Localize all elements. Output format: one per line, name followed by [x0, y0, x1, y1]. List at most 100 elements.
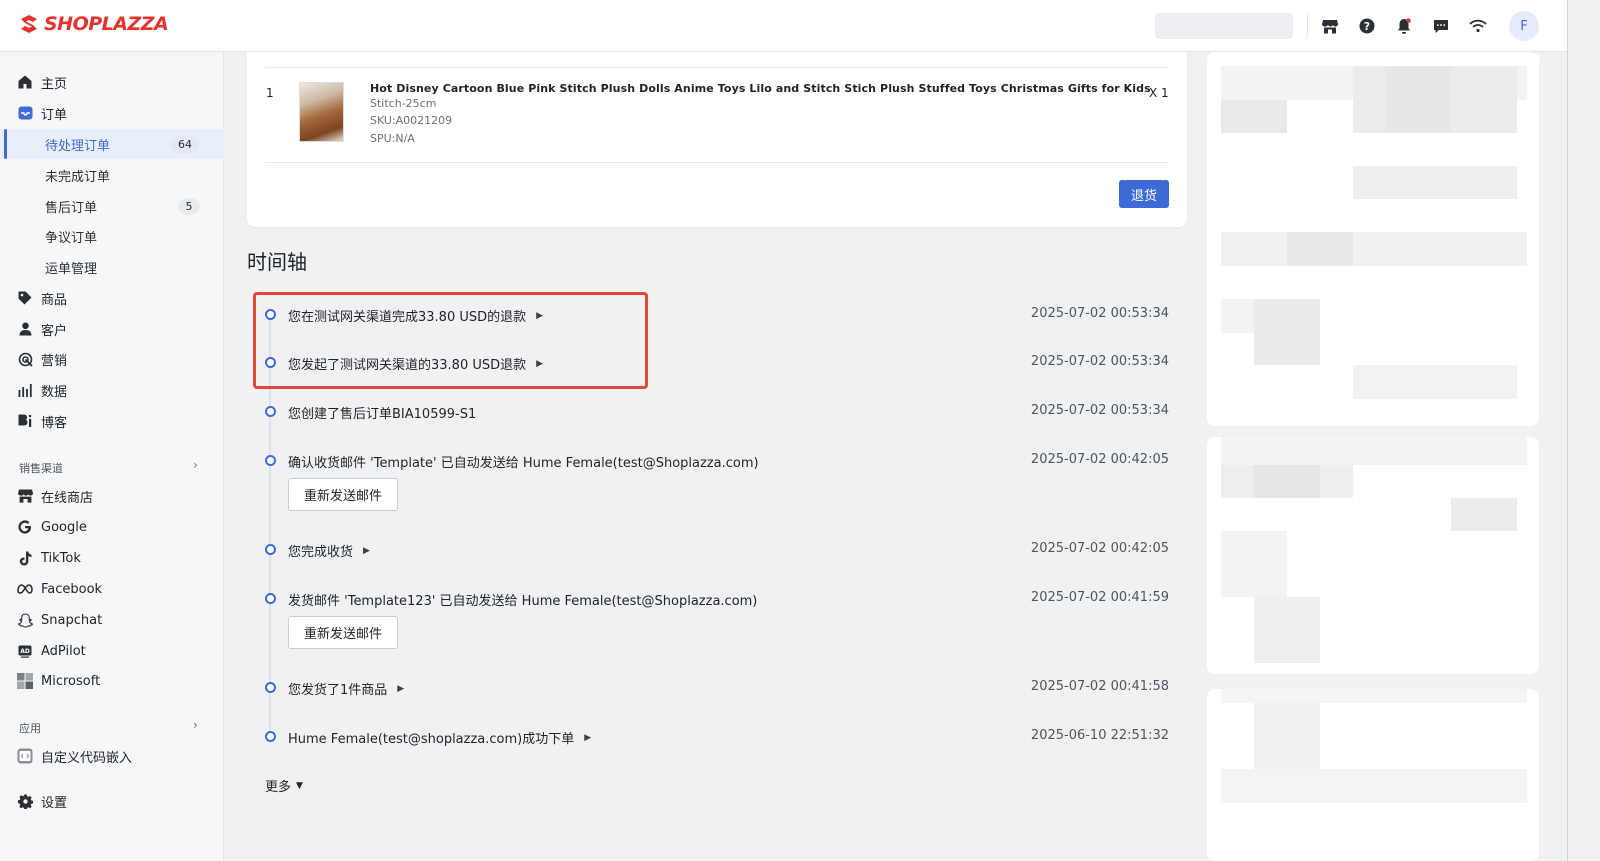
top-bar: SHOPLAZZA ? F [0, 0, 1567, 52]
resend-email-button[interactable]: 重新发送邮件 [288, 616, 398, 649]
sidebar-item-home[interactable]: 主页 [0, 67, 224, 97]
sidebar-item-label: 运单管理 [45, 261, 98, 277]
event-text: 您发货了1件商品 [288, 683, 388, 698]
side-panel-blurred [1207, 52, 1539, 426]
product-variant: Stitch-25cm [370, 97, 437, 110]
sidebar-item-marketing[interactable]: 营销 [0, 344, 224, 374]
sidebar-item-label: 争议订单 [45, 230, 98, 246]
bell-icon[interactable] [1392, 14, 1416, 38]
sidebar-item-unfinished-orders[interactable]: 未完成订单 [0, 160, 224, 190]
sidebar-item-label: 自定义代码嵌入 [41, 750, 133, 766]
sidebar-item-blog[interactable]: 博客 [0, 406, 224, 436]
sidebar-item-label: TikTok [41, 550, 81, 566]
caret-right-icon[interactable]: ▶ [397, 684, 404, 694]
sidebar-item-online-store[interactable]: 在线商店 [0, 481, 224, 511]
sidebar-item-label: Snapchat [41, 612, 103, 628]
caret-right-icon[interactable]: ▶ [363, 546, 370, 556]
sidebar-item-shipping[interactable]: 运单管理 [0, 252, 224, 282]
home-icon [17, 74, 33, 90]
sidebar-item-label: 订单 [41, 107, 68, 123]
target-icon [17, 351, 33, 367]
timeline-dot [265, 682, 276, 693]
sidebar-item-label: Google [41, 519, 87, 535]
bar-chart-icon [17, 382, 33, 398]
sidebar-item-google[interactable]: Google [0, 512, 224, 542]
highlight-box [253, 292, 648, 389]
sidebar-item-settings[interactable]: 设置 [0, 786, 224, 816]
sidebar-item-facebook[interactable]: Facebook [0, 574, 224, 604]
side-panel-blurred [1207, 437, 1539, 674]
caret-right-icon[interactable]: ▶ [584, 733, 591, 743]
return-button[interactable]: 退货 [1119, 180, 1169, 208]
event-text: 确认收货邮件 'Template' 已自动发送给 Hume Female(tes… [288, 456, 759, 471]
timeline-dot [265, 593, 276, 604]
chevron-right-icon[interactable]: › [193, 718, 198, 732]
sidebar-item-adpilot[interactable]: AD AdPilot [0, 636, 224, 666]
timeline-event[interactable]: 您发货了1件商品 ▶ 2025-07-02 00:41:58 [263, 678, 1173, 698]
more-button[interactable]: 更多 ▼ [265, 776, 303, 795]
event-time: 2025-07-02 00:41:58 [1030, 679, 1169, 694]
sidebar-item-label: 博客 [41, 415, 68, 431]
sidebar-item-products[interactable]: 商品 [0, 283, 224, 313]
sidebar: 主页 订单 待处理订单 64 未完成订单 售后订单 5 争议订单 运单管理 商品 [0, 52, 224, 861]
count-badge: 5 [178, 198, 200, 215]
sidebar-item-microsoft[interactable]: Microsoft [0, 666, 224, 696]
svg-text:?: ? [1364, 20, 1370, 33]
avatar[interactable]: F [1509, 11, 1539, 41]
item-index: 1 [266, 86, 274, 100]
event-text: Hume Female(test@shoplazza.com)成功下单 [288, 732, 575, 747]
timeline-event: 您创建了售后订单BIA10599-S1 2025-07-02 00:53:34 [263, 402, 1173, 422]
sidebar-item-dispute-orders[interactable]: 争议订单 [0, 221, 224, 251]
chevron-right-icon[interactable]: › [193, 458, 198, 472]
help-icon[interactable]: ? [1355, 14, 1379, 38]
user-icon [17, 321, 33, 337]
divider [265, 67, 1169, 68]
shoplazza-logo[interactable]: SHOPLAZZA [18, 13, 169, 35]
logo-text: SHOPLAZZA [44, 13, 169, 35]
resend-email-button[interactable]: 重新发送邮件 [288, 478, 398, 511]
store-switcher-blurred[interactable] [1155, 13, 1293, 39]
product-thumbnail[interactable] [299, 82, 344, 142]
timeline-event[interactable]: 您完成收货 ▶ 2025-07-02 00:42:05 [263, 540, 1173, 560]
order-items-card: 1 Hot Disney Cartoon Blue Pink Stitch Pl… [247, 52, 1187, 227]
sidebar-item-custom-code[interactable]: 自定义代码嵌入 [0, 741, 224, 771]
product-name[interactable]: Hot Disney Cartoon Blue Pink Stitch Plus… [370, 82, 1151, 95]
section-title-apps: 应用 [19, 722, 41, 735]
blog-icon [17, 413, 33, 429]
sidebar-item-aftersale-orders[interactable]: 售后订单 5 [0, 191, 224, 221]
timeline-event[interactable]: Hume Female(test@shoplazza.com)成功下单 ▶ 202… [263, 727, 1173, 747]
svg-text:AD: AD [20, 648, 30, 655]
timeline-dot [265, 455, 276, 466]
section-title-sales-channels: 销售渠道 [19, 462, 63, 475]
app-window: SHOPLAZZA ? F 主页 订单 待处理订单 64 未完成订单 售后订单 … [0, 0, 1568, 861]
topbar-divider [1307, 14, 1308, 38]
event-time: 2025-07-02 00:41:59 [1030, 590, 1169, 605]
sidebar-item-label: 设置 [41, 795, 68, 811]
product-spu: SPU:N/A [370, 132, 415, 145]
wifi-icon[interactable] [1466, 14, 1490, 38]
sidebar-item-label: Facebook [41, 581, 103, 597]
timeline-event: 发货邮件 'Template123' 已自动发送给 Hume Female(te… [263, 589, 1173, 609]
sidebar-item-label: 主页 [41, 76, 68, 92]
sidebar-item-snapchat[interactable]: Snapchat [0, 605, 224, 635]
sidebar-item-tiktok[interactable]: TikTok [0, 543, 224, 573]
store-icon[interactable] [1318, 14, 1342, 38]
sidebar-item-label: 待处理订单 [45, 138, 111, 154]
sidebar-item-label: 商品 [41, 292, 68, 308]
sidebar-item-label: 数据 [41, 384, 68, 400]
timeline-dot [265, 406, 276, 417]
sidebar-item-label: 未完成订单 [45, 169, 111, 185]
sidebar-item-customers[interactable]: 客户 [0, 314, 224, 344]
microsoft-icon [17, 673, 33, 689]
timeline-event: 确认收货邮件 'Template' 已自动发送给 Hume Female(tes… [263, 451, 1173, 471]
event-time: 2025-07-02 00:42:05 [1030, 452, 1169, 467]
timeline-dot [265, 544, 276, 555]
sidebar-item-label: Microsoft [41, 673, 101, 689]
sidebar-item-orders[interactable]: 订单 [0, 98, 224, 128]
caret-down-icon: ▼ [296, 780, 303, 791]
message-icon[interactable] [1429, 14, 1453, 38]
event-time: 2025-07-02 00:53:34 [1030, 403, 1169, 418]
sidebar-item-pending-orders[interactable]: 待处理订单 64 [0, 129, 224, 159]
adpilot-icon: AD [17, 643, 33, 659]
sidebar-item-data[interactable]: 数据 [0, 375, 224, 405]
